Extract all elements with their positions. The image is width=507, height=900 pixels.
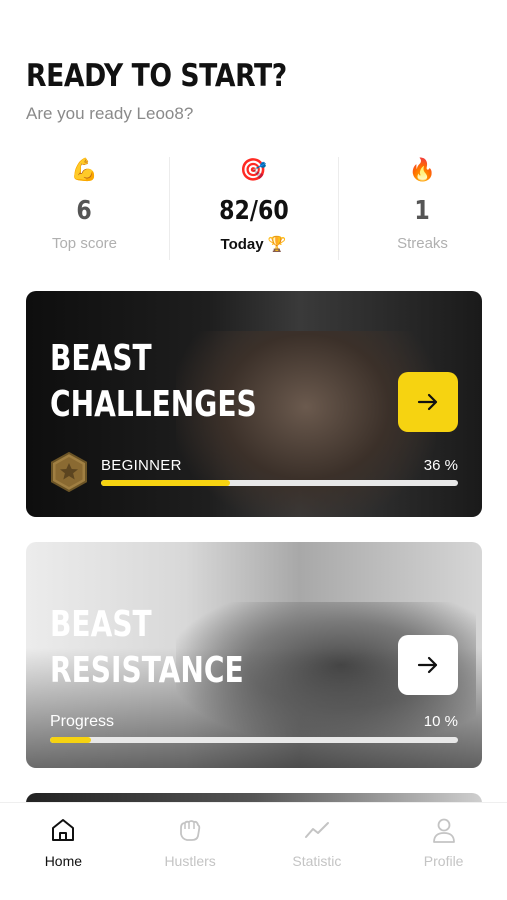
- tab-label: Hustlers: [164, 853, 216, 869]
- stat-label: Streaks: [397, 235, 448, 252]
- fist-icon: [175, 815, 205, 845]
- bottom-tab-bar: Home Hustlers Statistic Profile: [0, 802, 507, 900]
- arrow-right-icon: [417, 656, 438, 674]
- tab-hustlers[interactable]: Hustlers: [127, 803, 254, 900]
- progress-percent: 10 %: [423, 713, 458, 730]
- card-title-line: CHALLENGES: [50, 384, 257, 425]
- progress-label: Progress: [50, 713, 115, 730]
- header: READY TO START? Are you ready Leoo8?: [26, 58, 329, 124]
- stat-streaks: 🔥 1 Streaks: [338, 155, 507, 260]
- beast-challenges-card[interactable]: BEAST CHALLENGES BEGINNER 36 %: [26, 291, 482, 517]
- progress-fill: [50, 737, 91, 743]
- user-icon: [429, 815, 459, 845]
- stat-today: 🎯 82/60 Today 🏆: [169, 155, 338, 260]
- home-icon: [48, 815, 78, 845]
- arrow-right-icon: [417, 393, 438, 411]
- card-title: BEAST CHALLENGES: [50, 336, 257, 428]
- greeting-subtitle: Are you ready Leoo8?: [26, 104, 194, 123]
- card-title-line: BEAST: [50, 604, 152, 645]
- progress-fill: [101, 480, 230, 486]
- level-badge-icon: [51, 452, 87, 492]
- flexed-biceps-icon: 💪: [70, 157, 99, 182]
- target-icon: 🎯: [239, 157, 268, 182]
- open-card-button[interactable]: [398, 372, 458, 432]
- progress-bar: [101, 480, 458, 486]
- stat-value: 6: [76, 196, 93, 226]
- card-title-line: RESISTANCE: [50, 650, 244, 691]
- tab-label: Profile: [423, 853, 464, 869]
- tab-profile[interactable]: Profile: [380, 803, 507, 900]
- tab-label: Home: [44, 853, 83, 869]
- stats-row: 💪 6 Top score 🎯 82/60 Today 🏆 🔥 1 Streak…: [0, 155, 507, 260]
- progress-percent: 36 %: [423, 457, 458, 474]
- tab-home[interactable]: Home: [0, 803, 127, 900]
- open-card-button[interactable]: [398, 635, 458, 695]
- page-title: READY TO START?: [26, 58, 287, 94]
- stat-label: Today 🏆: [220, 236, 287, 253]
- fire-icon: 🔥: [408, 157, 437, 182]
- level-label: BEGINNER: [101, 457, 182, 474]
- stat-label: Top score: [51, 235, 118, 252]
- stat-value: 1: [414, 196, 431, 226]
- tab-label: Statistic: [292, 853, 342, 869]
- tab-statistic[interactable]: Statistic: [254, 803, 381, 900]
- stat-value: 82/60: [218, 196, 289, 226]
- progress-bar: [50, 737, 458, 743]
- chart-line-icon: [302, 815, 332, 845]
- stat-top-score: 💪 6 Top score: [0, 155, 169, 260]
- card-title: BEAST RESISTANCE: [50, 602, 244, 694]
- card-title-line: BEAST: [50, 338, 152, 379]
- beast-resistance-card[interactable]: BEAST RESISTANCE Progress 10 %: [26, 542, 482, 768]
